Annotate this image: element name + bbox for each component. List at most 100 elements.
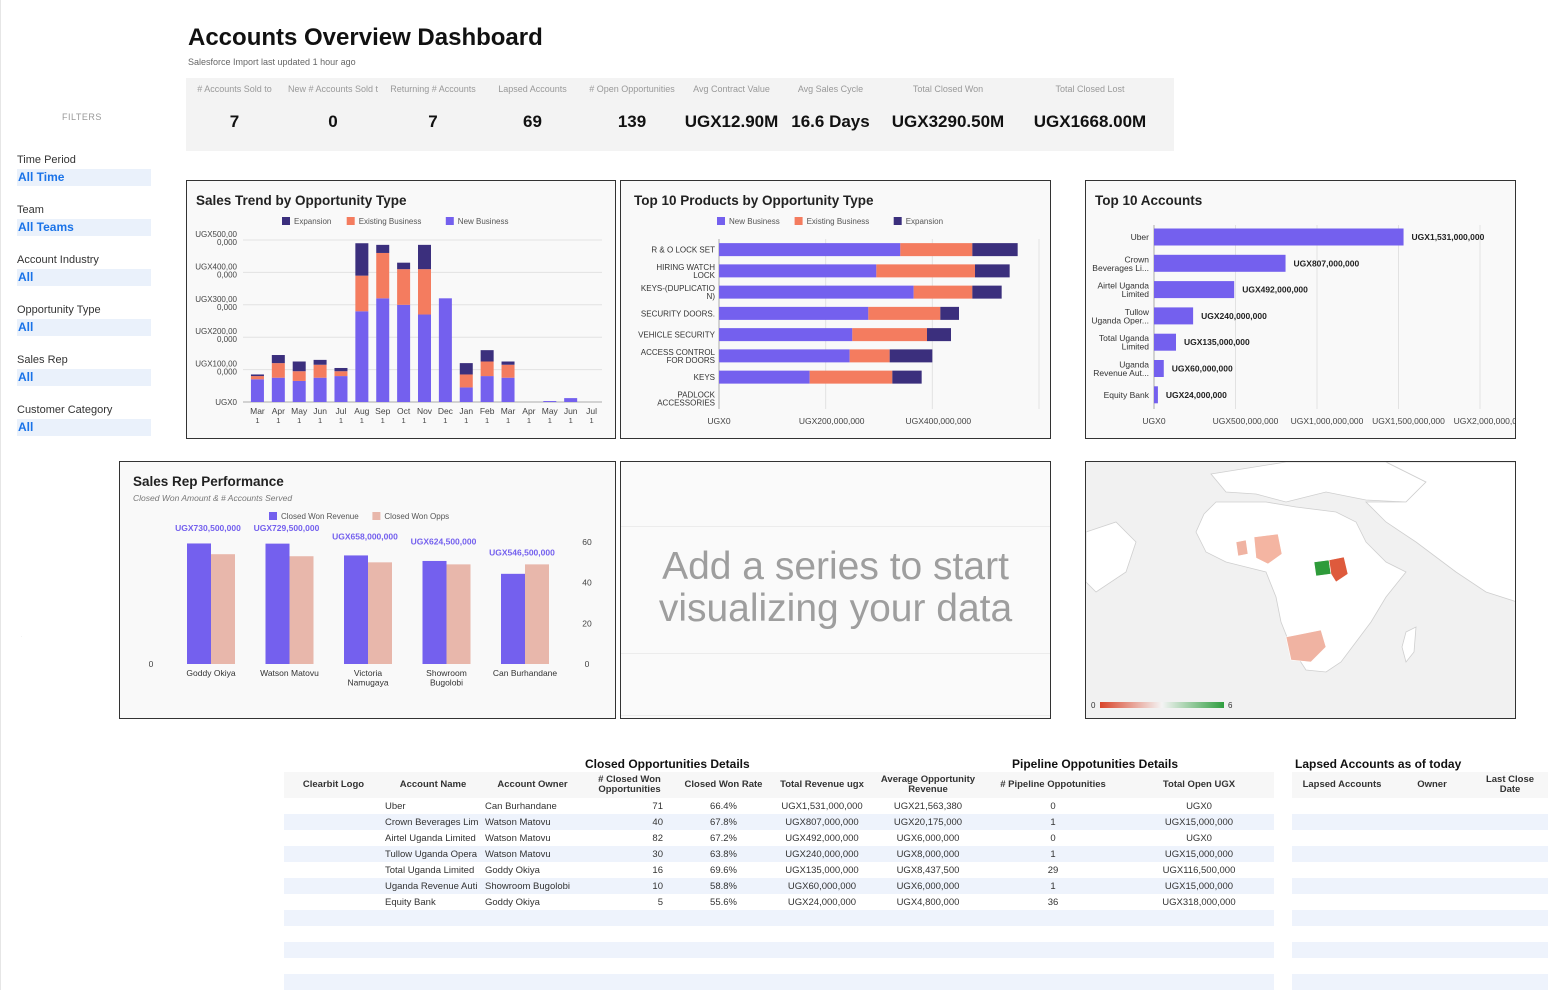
bar-segment: [876, 264, 975, 278]
bar-segment: [355, 311, 369, 402]
table-cell: [770, 942, 874, 958]
map-land-americas: [1086, 521, 1137, 593]
y-category-label: HIRING WATCH LOCK: [656, 263, 715, 280]
map-legend-max: 6: [1228, 701, 1233, 710]
filter-label: Account Industry: [17, 254, 99, 266]
lapsed-accounts-title: Lapsed Accounts as of today: [1295, 757, 1462, 771]
map-region-uganda: [1313, 559, 1332, 577]
table-cell: [982, 910, 1124, 926]
bar-revenue: [422, 560, 447, 664]
column-header[interactable]: Account Name: [383, 772, 483, 798]
table-cell: 63.8%: [677, 846, 770, 862]
table-cell: [982, 926, 1124, 942]
table-cell: Uganda Revenue Auti: [383, 878, 483, 894]
column-header[interactable]: Clearbit Logo: [284, 772, 383, 798]
legend-label: Closed Won Opps: [384, 512, 449, 521]
table-cell: [1392, 910, 1472, 926]
table-cell: [1472, 942, 1548, 958]
africa-map[interactable]: 0 6: [1086, 462, 1516, 719]
x-category-label: Showroom Bugolobi: [426, 668, 467, 688]
bar: [1154, 307, 1194, 325]
x-tick-label-day: 1: [297, 416, 301, 425]
filter-value[interactable]: All Time: [17, 169, 151, 186]
x-tick-label: Jul: [336, 406, 347, 416]
bar-opps: [525, 564, 549, 664]
table-cell: UGX8,000,000: [874, 846, 982, 862]
top-accounts-panel: Top 10 Accounts UGX0 UGX500,000,000 UGX1,0…: [1085, 180, 1516, 439]
x-tick-label-day: 1: [443, 416, 447, 425]
kpi-value: UGX1668.00M: [1033, 112, 1147, 131]
column-header[interactable]: Account Owner: [483, 772, 582, 798]
filter-time-period[interactable]: Time Period All Time: [17, 154, 151, 186]
legend-label: Closed Won Revenue: [281, 512, 359, 521]
table-cell: UGX492,000,000: [785, 832, 859, 844]
x-category-label: Goddy Okiya: [186, 668, 235, 678]
table-row: Uber Can Burhandane 71 66.4% UGX1,531,000,00…: [284, 798, 1274, 814]
x-tick-label: UGX500,000,000: [1213, 416, 1279, 426]
x-tick-label-day: 1: [464, 416, 468, 425]
x-tick-label-day: 1: [360, 416, 364, 425]
table-cell: Watson Matovu: [483, 846, 582, 862]
table-cell: [770, 958, 874, 974]
table-cell: [1124, 926, 1274, 942]
table-row: [1292, 894, 1548, 910]
column-header[interactable]: Closed Won Rate: [677, 772, 770, 798]
map-panel[interactable]: 0 6: [1085, 461, 1516, 719]
column-header[interactable]: Owner: [1392, 772, 1472, 798]
column-header[interactable]: # Closed Won Opportunities: [582, 772, 677, 798]
filter-value[interactable]: All Teams: [17, 219, 151, 236]
filter-sales-rep[interactable]: Sales Rep All: [17, 354, 151, 386]
table-cell: [1392, 942, 1472, 958]
bar-segment: [334, 367, 348, 372]
bar-segment: [809, 370, 893, 384]
table-row: [284, 974, 1274, 990]
column-header[interactable]: # Pipeline Oppotunities: [982, 772, 1124, 798]
table-cell: [1392, 830, 1472, 846]
table-cell: [1124, 910, 1274, 926]
column-header[interactable]: Lapsed Accounts: [1292, 772, 1392, 798]
filter-value[interactable]: All: [17, 269, 151, 286]
top-products-chart: New Business Existing Business Expansion UG…: [638, 217, 1040, 426]
filter-value[interactable]: All: [17, 319, 151, 336]
column-header[interactable]: Average Opportunity Revenue: [874, 772, 982, 798]
bar-segment: [564, 398, 578, 402]
column-header[interactable]: Last Close Date: [1472, 772, 1548, 798]
table-cell: [1472, 958, 1548, 974]
table-cell: [1392, 926, 1472, 942]
bar-revenue: [265, 543, 290, 664]
table-cell: [284, 798, 383, 814]
table-cell: 82: [652, 832, 663, 844]
table-cell: Goddy Okiya: [485, 864, 540, 876]
table-cell: 69.6%: [710, 864, 737, 876]
bar-opps: [211, 554, 235, 664]
column-header[interactable]: Total Open UGX: [1124, 772, 1274, 798]
table-cell: [677, 942, 770, 958]
filter-customer-category[interactable]: Customer Category All: [17, 404, 151, 436]
filter-value[interactable]: All: [17, 419, 151, 436]
legend-swatch: [893, 217, 902, 225]
x-tick-label: Jan: [459, 406, 473, 416]
table-cell: [1292, 814, 1392, 830]
data-label: UGX658,000,000: [332, 532, 398, 542]
column-header[interactable]: Total Revenue ugx: [770, 772, 874, 798]
bar: [1154, 254, 1286, 272]
bar-segment: [927, 328, 951, 342]
table-cell: [284, 846, 383, 862]
filter-team[interactable]: Team All Teams: [17, 204, 151, 236]
bar: [1154, 281, 1235, 299]
y-category-label: KEYS: [694, 373, 715, 382]
empty-chart-panel[interactable]: Add a series to start visualizing your d…: [620, 461, 1051, 719]
kpi-value: 139: [617, 112, 647, 131]
table-cell: [582, 910, 677, 926]
x-tick-label-day: 1: [589, 416, 593, 425]
table-cell: [1472, 830, 1548, 846]
x-tick-label: UGX1,000,000,000: [1291, 416, 1364, 426]
filter-account-industry[interactable]: Account Industry All: [17, 254, 151, 286]
table-cell: [1392, 894, 1472, 910]
filter-opportunity-type[interactable]: Opportunity Type All: [17, 304, 151, 336]
legend-swatch: [372, 512, 381, 520]
filter-value[interactable]: All: [17, 369, 151, 386]
x-tick-label-day: 1: [527, 416, 531, 425]
x-tick-label: Jun: [564, 406, 578, 416]
x-tick-label: Jul: [586, 406, 597, 416]
